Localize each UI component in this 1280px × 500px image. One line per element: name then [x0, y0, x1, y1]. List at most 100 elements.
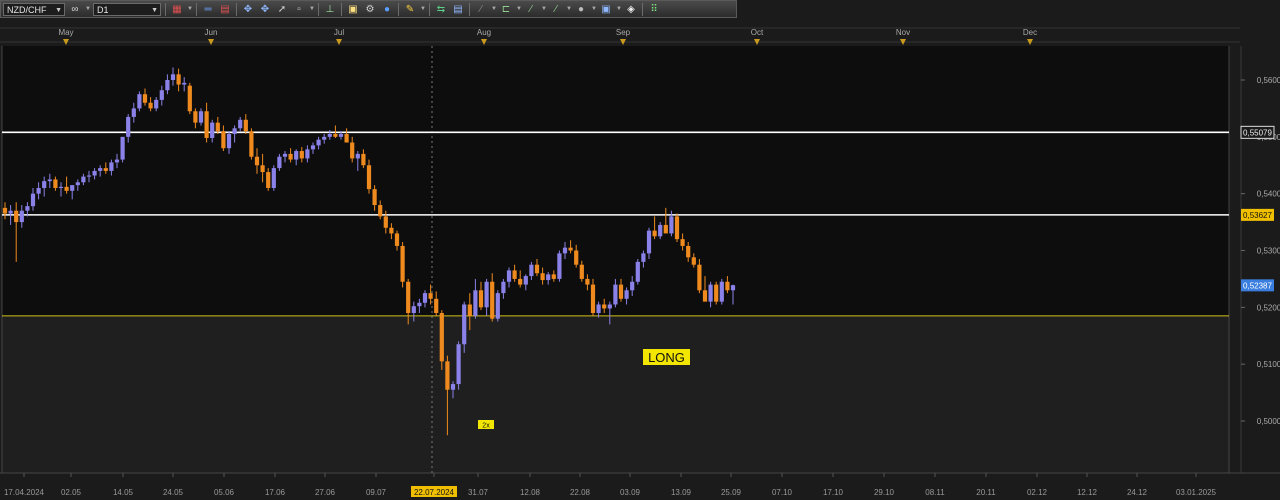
candle-body	[719, 281, 724, 302]
candle-body	[680, 239, 685, 246]
x-tick-label: 02.12	[1027, 488, 1048, 497]
candle-body	[490, 281, 495, 319]
candle-body	[613, 284, 618, 305]
x-tick-label: 17.06	[265, 488, 286, 497]
candle-body	[243, 119, 248, 132]
candle-body	[540, 273, 545, 281]
x-tick-label: 08.11	[925, 488, 945, 497]
candle-body	[562, 247, 568, 254]
y-tick-label: 0,5600	[1257, 76, 1280, 85]
candle-body	[574, 250, 579, 265]
candle-body	[249, 131, 254, 157]
candle-body	[36, 187, 41, 194]
x-tick-label: 20.11	[976, 488, 996, 497]
candle-body	[618, 284, 624, 299]
candle-body	[607, 304, 612, 309]
x-tick-label: 09.07	[366, 488, 387, 497]
month-label: Oct	[751, 28, 764, 37]
candle-body	[658, 224, 663, 237]
candle-body	[30, 193, 36, 207]
candle-body	[198, 111, 204, 123]
candle-body	[652, 230, 657, 237]
candle-body	[568, 247, 573, 251]
candle-body	[182, 82, 187, 85]
candle-body	[148, 102, 153, 109]
plot-area-lower	[2, 316, 1229, 473]
candle-body	[260, 165, 265, 173]
candle-body	[686, 245, 691, 258]
candle-body	[170, 74, 176, 80]
month-label: Jun	[205, 28, 218, 37]
candle-body	[42, 181, 47, 188]
candle-body	[506, 270, 512, 282]
x-tick-label: 31.07	[468, 488, 489, 497]
candle-body	[579, 264, 584, 279]
candle-body	[450, 384, 456, 390]
x-tick-label: 03.01.2025	[1176, 488, 1217, 497]
2x-annotation-text: 2x	[482, 423, 490, 430]
candle-body	[406, 281, 411, 314]
candle-body	[81, 176, 86, 183]
candle-body	[310, 145, 316, 150]
candle-body	[725, 281, 730, 291]
x-tick-label: 17.04.2024	[4, 488, 45, 497]
candle-body	[473, 290, 478, 316]
candle-body	[697, 264, 702, 291]
candle-body	[316, 139, 321, 146]
candle-body	[226, 133, 232, 149]
x-tick-label: 05.06	[214, 488, 235, 497]
candle-body	[669, 216, 674, 234]
candle-body	[271, 168, 276, 188]
candle-body	[350, 142, 355, 159]
candle-body	[103, 168, 108, 171]
candle-body	[338, 133, 344, 137]
candle-body	[294, 151, 299, 160]
y-tick-label: 0,5000	[1257, 417, 1280, 426]
candle-body	[422, 293, 428, 303]
candle-body	[187, 85, 192, 112]
candle-body	[299, 151, 304, 159]
candle-body	[159, 90, 164, 100]
candle-body	[126, 116, 131, 137]
candle-body	[383, 216, 388, 228]
x-tick-label: 12.08	[520, 488, 541, 497]
long-annotation[interactable]: LONG	[643, 349, 690, 365]
candle-body	[523, 276, 528, 285]
candle-body	[596, 304, 601, 314]
candle-body	[282, 153, 288, 157]
candle-body	[47, 179, 52, 182]
month-label: Nov	[896, 28, 910, 37]
candle-body	[495, 293, 500, 319]
candle-body	[394, 233, 400, 246]
candle-body	[344, 133, 349, 143]
candle-body	[501, 281, 506, 294]
x-tick-label: 03.09	[620, 488, 641, 497]
candle-body	[478, 290, 484, 308]
candle-body	[254, 156, 260, 166]
price-chart[interactable]: May Jun Jul Aug Sep Oct Nov Dec 0,5600 0,…	[0, 0, 1280, 500]
candle-body	[98, 168, 103, 171]
candle-body	[708, 284, 713, 302]
x-tick-label: 12.12	[1077, 488, 1098, 497]
x-tick-label: 29.10	[874, 488, 895, 497]
candle-body	[75, 182, 80, 186]
candle-body	[434, 298, 439, 314]
x-tick-label: 25.09	[721, 488, 742, 497]
month-label: May	[58, 28, 73, 37]
candle-body	[590, 284, 596, 314]
candle-body	[86, 175, 92, 177]
candle-body	[546, 274, 551, 281]
candle-body	[120, 136, 125, 160]
candle-body	[58, 186, 64, 188]
month-label: Jul	[334, 28, 344, 37]
candle-body	[114, 159, 120, 163]
2x-annotation[interactable]: 2x	[478, 420, 494, 430]
candle-body	[8, 210, 13, 214]
x-tick-label: 14.05	[113, 488, 134, 497]
candle-body	[322, 136, 327, 140]
candle-body	[585, 278, 590, 285]
candle-body	[456, 344, 461, 385]
candle-body	[462, 304, 467, 345]
candle-body	[232, 128, 237, 134]
y-tick-label: 0,5200	[1257, 303, 1280, 312]
